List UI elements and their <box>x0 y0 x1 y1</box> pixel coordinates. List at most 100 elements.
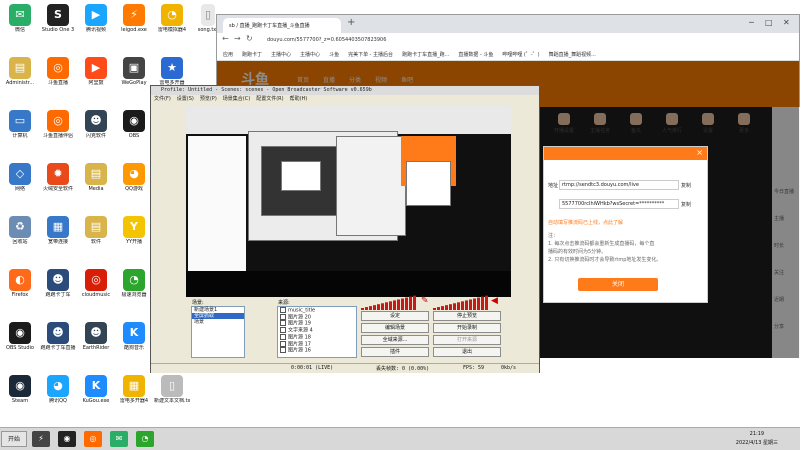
taskbar-app-icon[interactable]: ◔ <box>136 431 154 447</box>
start-button[interactable]: 开始 <box>1 431 27 447</box>
exit-button[interactable]: 退出 <box>433 347 501 357</box>
desktop-icon[interactable]: ✉ 微信 <box>2 2 38 44</box>
desktop-icon[interactable]: ♻ 回收站 <box>2 214 38 256</box>
desktop-icon[interactable]: ◎ cloudmusic <box>78 267 114 309</box>
start-record-button[interactable]: 开始录制 <box>433 323 501 333</box>
modal-close-button[interactable]: 关闭 <box>578 278 658 291</box>
bookmark-item[interactable]: 跑跑卡丁车直播_跑... <box>402 51 449 58</box>
global-sources-button[interactable]: 全域来源... <box>361 335 429 345</box>
desktop-icon[interactable]: ◎ 斗鱼直播伴侣 <box>40 108 76 150</box>
desktop-icon[interactable]: ☻ 跑跑卡丁车直播 <box>40 320 76 362</box>
desktop-icon[interactable]: ▶ 腾讯视频 <box>78 2 114 44</box>
desktop-icon[interactable]: ◔ 雷电模拟器4 <box>154 2 190 44</box>
minimize-icon[interactable]: ─ <box>749 18 754 27</box>
taskbar-app-icon[interactable]: ◉ <box>58 431 76 447</box>
desktop-icon[interactable]: ◉ OBS <box>116 108 152 150</box>
scenes-label: 场景: <box>192 300 204 306</box>
desktop-icon[interactable]: ⚡ leigod.exe <box>116 2 152 44</box>
desktop-volume-meter[interactable] <box>433 294 493 310</box>
speaker-icon[interactable]: ◀ <box>491 296 498 306</box>
desktop-icon[interactable]: ◉ Steam <box>2 373 38 415</box>
desktop-icon[interactable]: Y YY开播 <box>116 214 152 256</box>
modal-close-icon[interactable]: × <box>696 148 703 157</box>
desktop-icon[interactable]: ▦ 雷电多开器4 <box>116 373 152 415</box>
stream-key-field[interactable]: 5577700rcIhiWHkb?wsSecret=********** <box>559 199 679 209</box>
meter-bar <box>397 299 400 310</box>
bookmark-item[interactable]: 跑跑卡丁 <box>242 51 262 58</box>
mic-volume-meter[interactable] <box>361 294 421 310</box>
desktop-icon[interactable]: ◕ QQ游戏 <box>116 161 152 203</box>
reload-icon[interactable]: ↻ <box>246 34 253 43</box>
source-item[interactable]: 图片源 18 <box>278 334 356 341</box>
bookmark-item[interactable]: 斗鱼 <box>329 51 339 58</box>
desktop-icon[interactable]: ◐ Firefox <box>2 267 38 309</box>
server-url-field[interactable]: rtmp://sendtc3.douyu.com/live <box>559 180 679 190</box>
bookmark-item[interactable]: 应用 <box>223 51 233 58</box>
desktop-icon-label: Firefox <box>11 292 29 298</box>
desktop-icon[interactable]: ▭ 计算机 <box>2 108 38 150</box>
desktop-icon[interactable]: K KuGou.exe <box>78 373 114 415</box>
source-item[interactable]: 文字来源 4 <box>278 327 356 334</box>
desktop-icon[interactable]: ◉ OBS Studio <box>2 320 38 362</box>
source-list[interactable]: music_title 图片源 20 图片源 19 文字来源 4 图片源 18 图片源 1… <box>277 306 357 358</box>
taskbar-app-icon[interactable]: ⚡ <box>32 431 50 447</box>
desktop-icon[interactable]: ☻ 闪克软件 <box>78 108 114 150</box>
auto-fill-notice[interactable]: 自动填写推流码已上线，点此了解 <box>548 219 708 226</box>
desktop-icon[interactable]: ◕ 腾讯QQ <box>40 373 76 415</box>
bookmark-item[interactable]: 主播中心 <box>300 51 320 58</box>
desktop-icon[interactable]: ☻ EarthRider <box>78 320 114 362</box>
desktop-icon[interactable]: ▯ 新建文本文档.txt <box>154 373 190 415</box>
mic-icon[interactable]: ✎ <box>421 296 429 306</box>
plugins-button[interactable]: 插件 <box>361 347 429 357</box>
bookmark-item[interactable]: 哔哩哔哩 (゜-゜) <box>502 51 539 58</box>
desktop-icon[interactable]: ◇ 网络 <box>2 161 38 203</box>
desktop-icon[interactable]: ▣ WeGoPlay <box>116 55 152 97</box>
source-item[interactable]: 图片源 16 <box>278 347 356 354</box>
browser-tab[interactable]: sb / 直播_跑跑卡丁车直播_斗鱼直播 <box>223 18 341 33</box>
system-clock[interactable]: 21:19 2022/4/13 星期三 <box>736 430 778 448</box>
desktop-icon[interactable]: ☻ 跑跑卡丁车 <box>40 267 76 309</box>
desktop-icon[interactable]: ◔ 极速浏览器 <box>116 267 152 309</box>
desktop-icon[interactable]: ▦ 宽带连接 <box>40 214 76 256</box>
new-tab-button[interactable]: + <box>347 17 355 28</box>
copy-server-button[interactable]: 复制 <box>681 182 691 189</box>
settings-button[interactable]: 设定 <box>361 311 429 321</box>
obs-menu-item[interactable]: 帮助(H) <box>290 95 308 104</box>
obs-menu-item[interactable]: 预览(P) <box>200 95 217 104</box>
close-icon[interactable]: ✕ <box>783 18 790 27</box>
app-icon: ☻ <box>85 110 107 132</box>
obs-menu-item[interactable]: 文件(F) <box>154 95 171 104</box>
source-item[interactable]: 图片源 19 <box>278 320 356 327</box>
obs-menu-item[interactable]: 配置文件(R) <box>256 95 283 104</box>
scene-list[interactable]: 新建场景1 全屏抓取 场景 <box>191 306 245 358</box>
back-icon[interactable]: ← <box>222 34 229 43</box>
desktop-icon[interactable]: ✹ 火绒安全软件 <box>40 161 76 203</box>
source-item[interactable]: 图片源 20 <box>278 314 356 321</box>
maximize-icon[interactable]: □ <box>765 18 773 27</box>
source-item[interactable]: music_title <box>278 307 356 314</box>
url-bar[interactable]: douyu.com/5577700?_z=0.6054403507823906 <box>267 35 787 45</box>
bookmark-item[interactable]: 直播数据 - 斗鱼 <box>458 51 493 58</box>
bookmark-item[interactable]: 主播中心 <box>271 51 291 58</box>
taskbar-app-icon[interactable]: ◎ <box>84 431 102 447</box>
bookmark-item[interactable]: 舞蹈直播_舞蹈视频... <box>549 51 596 58</box>
desktop-icon[interactable]: S Studio One 3 <box>40 2 76 44</box>
forward-icon[interactable]: → <box>234 34 241 43</box>
obs-menu-item[interactable]: 场景集合(C) <box>223 95 250 104</box>
obs-preview[interactable] <box>186 106 511 297</box>
edit-scene-button[interactable]: 编辑场景 <box>361 323 429 333</box>
desktop-icon[interactable]: ▤ Media <box>78 161 114 203</box>
desktop-icon[interactable]: ◎ 斗鱼直播 <box>40 55 76 97</box>
bookmark-item[interactable]: 完美下单 - 主播后台 <box>348 51 393 58</box>
copy-key-button[interactable]: 复制 <box>681 201 691 208</box>
source-item[interactable]: 图片源 17 <box>278 341 356 348</box>
scene-item[interactable]: 场景 <box>192 319 244 325</box>
taskbar-app-icon[interactable]: ✉ <box>110 431 128 447</box>
desktop-icon[interactable]: K 酷狗音乐 <box>116 320 152 362</box>
desktop-icon[interactable]: ▤ 软件 <box>78 214 114 256</box>
desktop-icon[interactable]: ▤ Administr... <box>2 55 38 97</box>
desktop-icon[interactable]: ▶ 阿里鼓 <box>78 55 114 97</box>
stop-preview-button[interactable]: 停止预览 <box>433 311 501 321</box>
obs-menu-item[interactable]: 设置(S) <box>177 95 194 104</box>
test-stream-button[interactable]: 打开来源 <box>433 335 501 345</box>
